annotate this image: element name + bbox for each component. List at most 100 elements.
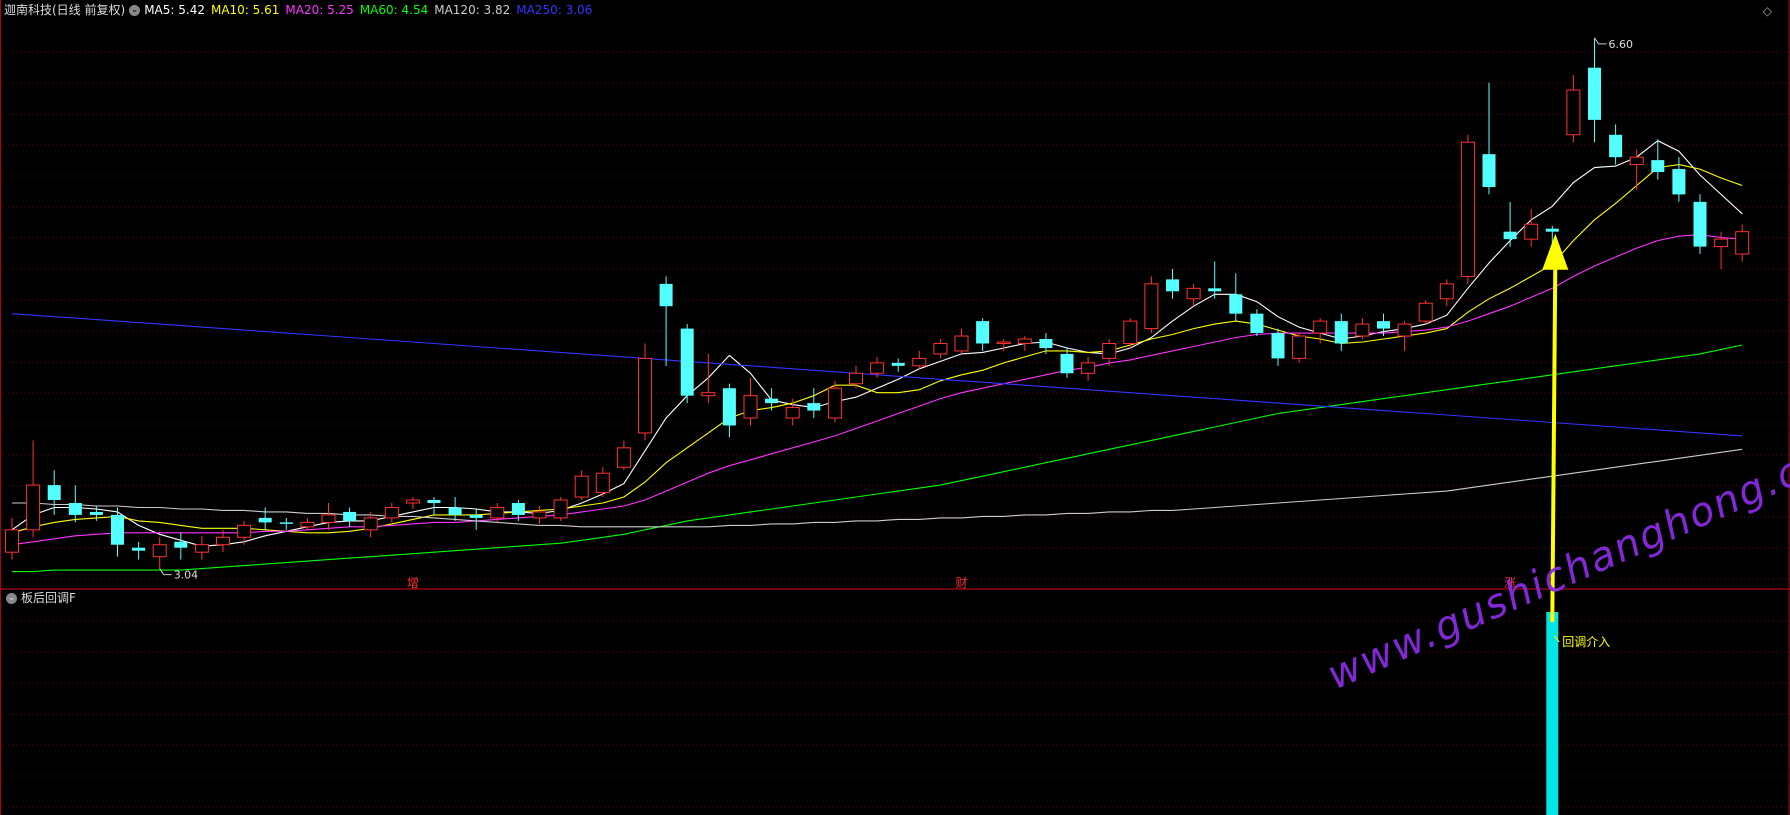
candle[interactable] — [638, 343, 652, 441]
candle[interactable] — [1609, 124, 1623, 165]
candle[interactable] — [765, 388, 779, 411]
candle-body — [616, 447, 631, 468]
candle-body — [384, 506, 399, 519]
candle[interactable] — [574, 470, 589, 501]
candle-body — [237, 524, 252, 538]
candle-body — [1482, 154, 1496, 187]
candle[interactable] — [321, 502, 336, 530]
price-grid — [0, 51, 1790, 808]
candle[interactable] — [532, 505, 547, 524]
candle-body — [321, 514, 336, 523]
kline-chart[interactable]: 6.60 3.04 回调介入 — [0, 0, 1790, 815]
moving-average-lines — [11, 140, 1743, 573]
event-marker[interactable]: 财 — [956, 574, 968, 591]
candle[interactable] — [405, 497, 420, 509]
candle[interactable] — [553, 497, 568, 521]
candle[interactable] — [680, 324, 694, 404]
candle-body — [490, 506, 505, 519]
candle-body — [1250, 313, 1264, 334]
candle[interactable] — [1418, 300, 1433, 325]
candle-body — [996, 341, 1011, 344]
candle[interactable] — [912, 350, 927, 369]
candle[interactable] — [659, 276, 673, 366]
candle[interactable] — [1439, 279, 1454, 307]
candle[interactable] — [279, 517, 293, 530]
candle-body — [1460, 141, 1475, 277]
candle[interactable] — [5, 517, 19, 560]
candle[interactable] — [1693, 194, 1707, 255]
candle[interactable] — [976, 318, 990, 351]
candle[interactable] — [1229, 273, 1243, 322]
candle[interactable] — [743, 377, 758, 426]
candle-body — [1735, 231, 1750, 255]
candle[interactable] — [1060, 347, 1074, 378]
candle[interactable] — [1334, 313, 1348, 351]
candle[interactable] — [1482, 82, 1496, 195]
candle[interactable] — [1629, 149, 1644, 190]
candle[interactable] — [68, 485, 82, 523]
candle[interactable] — [1524, 209, 1539, 247]
ma-legend-ma5: MA5: 5.42 — [144, 3, 205, 17]
candle-body — [47, 485, 61, 501]
candle[interactable] — [1651, 139, 1665, 180]
candle-body — [1081, 362, 1096, 374]
candle-body — [174, 541, 188, 548]
candle[interactable] — [1166, 268, 1179, 299]
candle[interactable] — [701, 353, 716, 404]
candle-body — [765, 398, 779, 404]
candle[interactable] — [174, 532, 188, 560]
candle[interactable] — [1081, 356, 1096, 381]
candle[interactable] — [1186, 283, 1201, 307]
candle[interactable] — [722, 383, 736, 438]
candle[interactable] — [237, 520, 252, 545]
candle[interactable] — [469, 508, 483, 530]
chevron-circle-icon[interactable]: ⌄ — [129, 5, 141, 16]
candle[interactable] — [1397, 321, 1412, 351]
candle-body — [1651, 160, 1665, 173]
candle[interactable] — [1271, 328, 1285, 366]
candle[interactable] — [785, 398, 800, 426]
candle[interactable] — [1566, 75, 1581, 143]
candle[interactable] — [47, 470, 61, 515]
event-marker[interactable]: 增 — [407, 574, 419, 591]
candle[interactable] — [1123, 318, 1138, 348]
candle[interactable] — [807, 388, 821, 419]
candle[interactable] — [1292, 333, 1307, 363]
candle[interactable] — [152, 537, 167, 569]
candle[interactable] — [1250, 309, 1264, 337]
candle[interactable] — [1355, 318, 1370, 340]
chevron-circle-icon[interactable]: ⌄ — [6, 593, 17, 604]
candle-body — [1609, 134, 1623, 158]
candle[interactable] — [1208, 261, 1222, 299]
candle[interactable] — [1017, 336, 1032, 351]
candle-body — [553, 499, 568, 519]
candle[interactable] — [1588, 37, 1601, 143]
candle[interactable] — [448, 497, 462, 521]
candle[interactable] — [933, 339, 948, 359]
candle[interactable] — [954, 328, 969, 354]
candle[interactable] — [1460, 134, 1475, 284]
candle-body — [1503, 231, 1517, 240]
candle[interactable] — [1503, 201, 1517, 247]
candle-body — [1629, 156, 1644, 166]
candle[interactable] — [1672, 157, 1686, 202]
candle-body — [1545, 228, 1559, 232]
candle[interactable] — [595, 467, 610, 498]
candle[interactable] — [132, 541, 146, 560]
candle[interactable] — [427, 497, 441, 515]
candle[interactable] — [343, 507, 357, 527]
candle-body — [89, 511, 103, 515]
candle[interactable] — [1735, 224, 1750, 262]
candle[interactable] — [258, 507, 272, 530]
candlesticks[interactable] — [5, 37, 1750, 569]
low-price-label: 3.04 — [174, 569, 199, 582]
diamond-icon[interactable]: ◇ — [1763, 4, 1772, 18]
ma-legend-ma60: MA60: 4.54 — [359, 3, 429, 17]
candle[interactable] — [194, 535, 209, 560]
candle[interactable] — [1144, 276, 1159, 334]
candle-body — [574, 475, 589, 498]
candle[interactable] — [384, 502, 399, 523]
signal-arrow-head — [1542, 233, 1569, 270]
candle[interactable] — [616, 440, 631, 471]
candle[interactable] — [891, 358, 905, 372]
